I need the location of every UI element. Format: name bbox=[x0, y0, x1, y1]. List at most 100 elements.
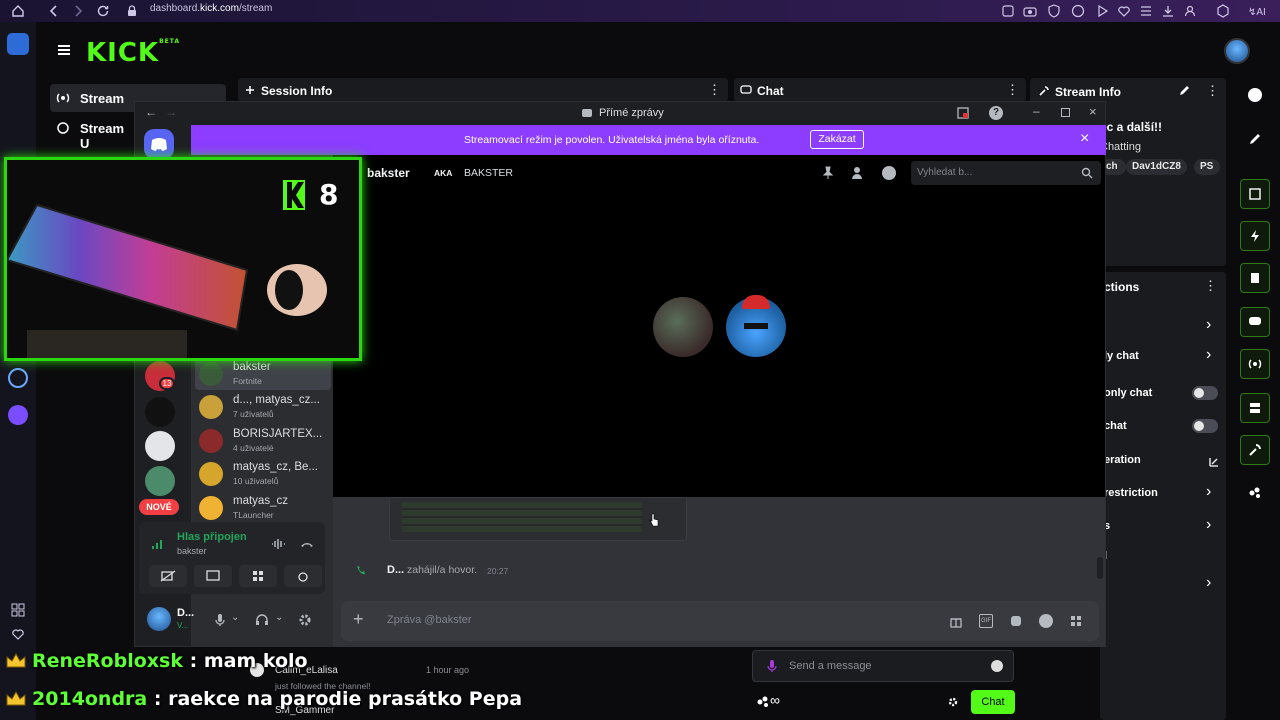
banner-close-icon[interactable]: × bbox=[1080, 130, 1089, 148]
extension-icon[interactable] bbox=[1215, 3, 1231, 19]
layout-button[interactable] bbox=[1240, 393, 1270, 423]
send-chat-button[interactable]: Chat bbox=[971, 690, 1015, 714]
chevron-down-icon[interactable]: ⌄ bbox=[275, 612, 283, 623]
edit-icon[interactable] bbox=[1000, 3, 1016, 19]
gif-icon[interactable]: GIF bbox=[979, 614, 993, 628]
call-log-user[interactable]: D... bbox=[387, 564, 404, 576]
favorites-icon[interactable] bbox=[10, 626, 26, 642]
dm-item[interactable]: BORISJARTEX... 4 uživatelé bbox=[195, 425, 331, 457]
participant-avatar[interactable] bbox=[653, 297, 713, 357]
shield-icon[interactable] bbox=[1046, 3, 1062, 19]
dm-item[interactable]: matyas_cz TLauncher bbox=[195, 492, 331, 524]
lightning-button[interactable] bbox=[1240, 221, 1270, 251]
clip-button[interactable] bbox=[1240, 179, 1270, 209]
play-icon[interactable] bbox=[1094, 3, 1110, 19]
action-row[interactable]: › bbox=[1100, 574, 1226, 596]
server-icon[interactable]: 13 bbox=[145, 361, 175, 391]
scrollbar[interactable] bbox=[1097, 557, 1103, 579]
action-row-restriction[interactable]: restriction › bbox=[1100, 483, 1226, 505]
soundboard-button[interactable] bbox=[284, 565, 322, 587]
maximize-icon[interactable] bbox=[1061, 108, 1070, 117]
kick-points-icon[interactable] bbox=[1248, 485, 1262, 499]
profile-icon[interactable] bbox=[1182, 3, 1198, 19]
chevron-down-icon[interactable]: ⌄ bbox=[231, 612, 239, 623]
apps-icon[interactable] bbox=[1069, 614, 1083, 628]
server-icon[interactable] bbox=[145, 397, 175, 427]
back-arrow-icon[interactable]: ← bbox=[145, 105, 157, 119]
profile-icon[interactable] bbox=[882, 166, 896, 180]
chat-menu-icon[interactable]: ⋮ bbox=[1006, 82, 1019, 98]
action-row-subscribers-only[interactable]: only chat bbox=[1100, 384, 1226, 404]
inbox-icon[interactable] bbox=[956, 106, 970, 120]
address-bar[interactable]: dashboard.kick.com/stream bbox=[150, 3, 272, 14]
workspace-icon[interactable] bbox=[7, 33, 29, 55]
aria-ai-icon[interactable]: ↯AI bbox=[1246, 3, 1276, 19]
kick-points-icon[interactable] bbox=[756, 694, 770, 708]
close-icon[interactable]: × bbox=[1089, 104, 1097, 119]
message-embed-preview[interactable] bbox=[389, 497, 687, 541]
action-row-emote-chat[interactable]: chat bbox=[1100, 417, 1226, 437]
hamburger-menu-icon[interactable] bbox=[56, 42, 72, 58]
activities-button[interactable] bbox=[239, 565, 277, 587]
disconnect-icon[interactable] bbox=[299, 536, 315, 552]
sticker-icon[interactable] bbox=[1009, 614, 1023, 628]
dm-item[interactable]: bakster Fortnite bbox=[195, 358, 331, 390]
server-icon[interactable] bbox=[145, 431, 175, 461]
apps-grid-icon[interactable] bbox=[10, 602, 26, 618]
chat-button[interactable] bbox=[1240, 307, 1270, 337]
discord-home-icon[interactable] bbox=[144, 129, 174, 159]
mic-icon[interactable] bbox=[765, 659, 779, 673]
participant-avatar[interactable] bbox=[726, 295, 786, 357]
info-icon[interactable] bbox=[1248, 88, 1262, 102]
music-icon[interactable] bbox=[8, 368, 28, 388]
help-icon[interactable]: ? bbox=[989, 106, 1003, 120]
player-icon[interactable] bbox=[8, 405, 28, 425]
camera-toggle-button[interactable] bbox=[149, 565, 187, 587]
emoji-icon[interactable] bbox=[1039, 614, 1053, 628]
search-input[interactable]: Vyhledat b... bbox=[911, 161, 1101, 185]
heart-icon[interactable] bbox=[1116, 3, 1132, 19]
mic-icon[interactable] bbox=[213, 613, 227, 627]
server-icon[interactable] bbox=[145, 466, 175, 496]
home-icon[interactable] bbox=[10, 3, 26, 19]
noise-suppression-icon[interactable] bbox=[270, 536, 286, 552]
my-avatar[interactable] bbox=[147, 607, 171, 631]
history-icon[interactable] bbox=[1138, 3, 1154, 19]
camera-icon[interactable] bbox=[1022, 3, 1038, 19]
nav-item-stream-u[interactable]: Stream U bbox=[50, 116, 134, 151]
dm-item[interactable]: d..., matyas_cz... 7 uživatelů bbox=[195, 391, 331, 423]
pin-icon[interactable] bbox=[821, 166, 835, 180]
action-row-moderation[interactable]: eration bbox=[1100, 452, 1226, 472]
notes-button[interactable] bbox=[1240, 263, 1270, 293]
disable-streamer-mode-button[interactable]: Zakázat bbox=[810, 130, 864, 149]
pencil-icon[interactable] bbox=[1178, 85, 1190, 97]
minimize-icon[interactable]: – bbox=[1033, 104, 1040, 118]
screen-share-button[interactable] bbox=[194, 565, 232, 587]
kick-logo[interactable]: KICKBETA bbox=[86, 38, 180, 68]
stream-tag[interactable]: PS bbox=[1194, 159, 1220, 175]
subscribers-only-toggle[interactable] bbox=[1192, 386, 1218, 400]
forward-icon[interactable] bbox=[70, 3, 86, 19]
whatsapp-icon[interactable] bbox=[1070, 3, 1086, 19]
download-icon[interactable] bbox=[1160, 3, 1176, 19]
gift-icon[interactable] bbox=[949, 614, 963, 628]
add-friends-icon[interactable] bbox=[851, 166, 867, 180]
settings-gear-icon[interactable] bbox=[297, 612, 313, 628]
action-row-followers-only[interactable]: ly chat › bbox=[1100, 346, 1226, 368]
stream-tag[interactable]: Dav1dCZ8 bbox=[1126, 159, 1187, 175]
session-info-menu-icon[interactable]: ⋮ bbox=[708, 82, 721, 98]
headphones-icon[interactable] bbox=[255, 613, 269, 627]
message-input[interactable]: + Zpráva @bakster GIF bbox=[341, 601, 1099, 641]
dm-item[interactable]: matyas_cz, Be... 10 uživatelů bbox=[195, 458, 331, 490]
emote-chat-toggle[interactable] bbox=[1192, 419, 1218, 433]
tools-button[interactable] bbox=[1240, 435, 1270, 465]
chat-settings-icon[interactable] bbox=[946, 695, 960, 709]
pencil-icon[interactable] bbox=[1248, 132, 1262, 146]
user-avatar[interactable] bbox=[1224, 38, 1250, 64]
forward-arrow-icon[interactable]: → bbox=[165, 105, 177, 119]
add-attachment-icon[interactable]: + bbox=[353, 609, 364, 630]
lock-icon[interactable] bbox=[124, 3, 140, 19]
chat-input[interactable]: Send a message bbox=[752, 650, 1014, 682]
emoji-icon[interactable] bbox=[991, 660, 1003, 672]
back-icon[interactable] bbox=[46, 3, 62, 19]
